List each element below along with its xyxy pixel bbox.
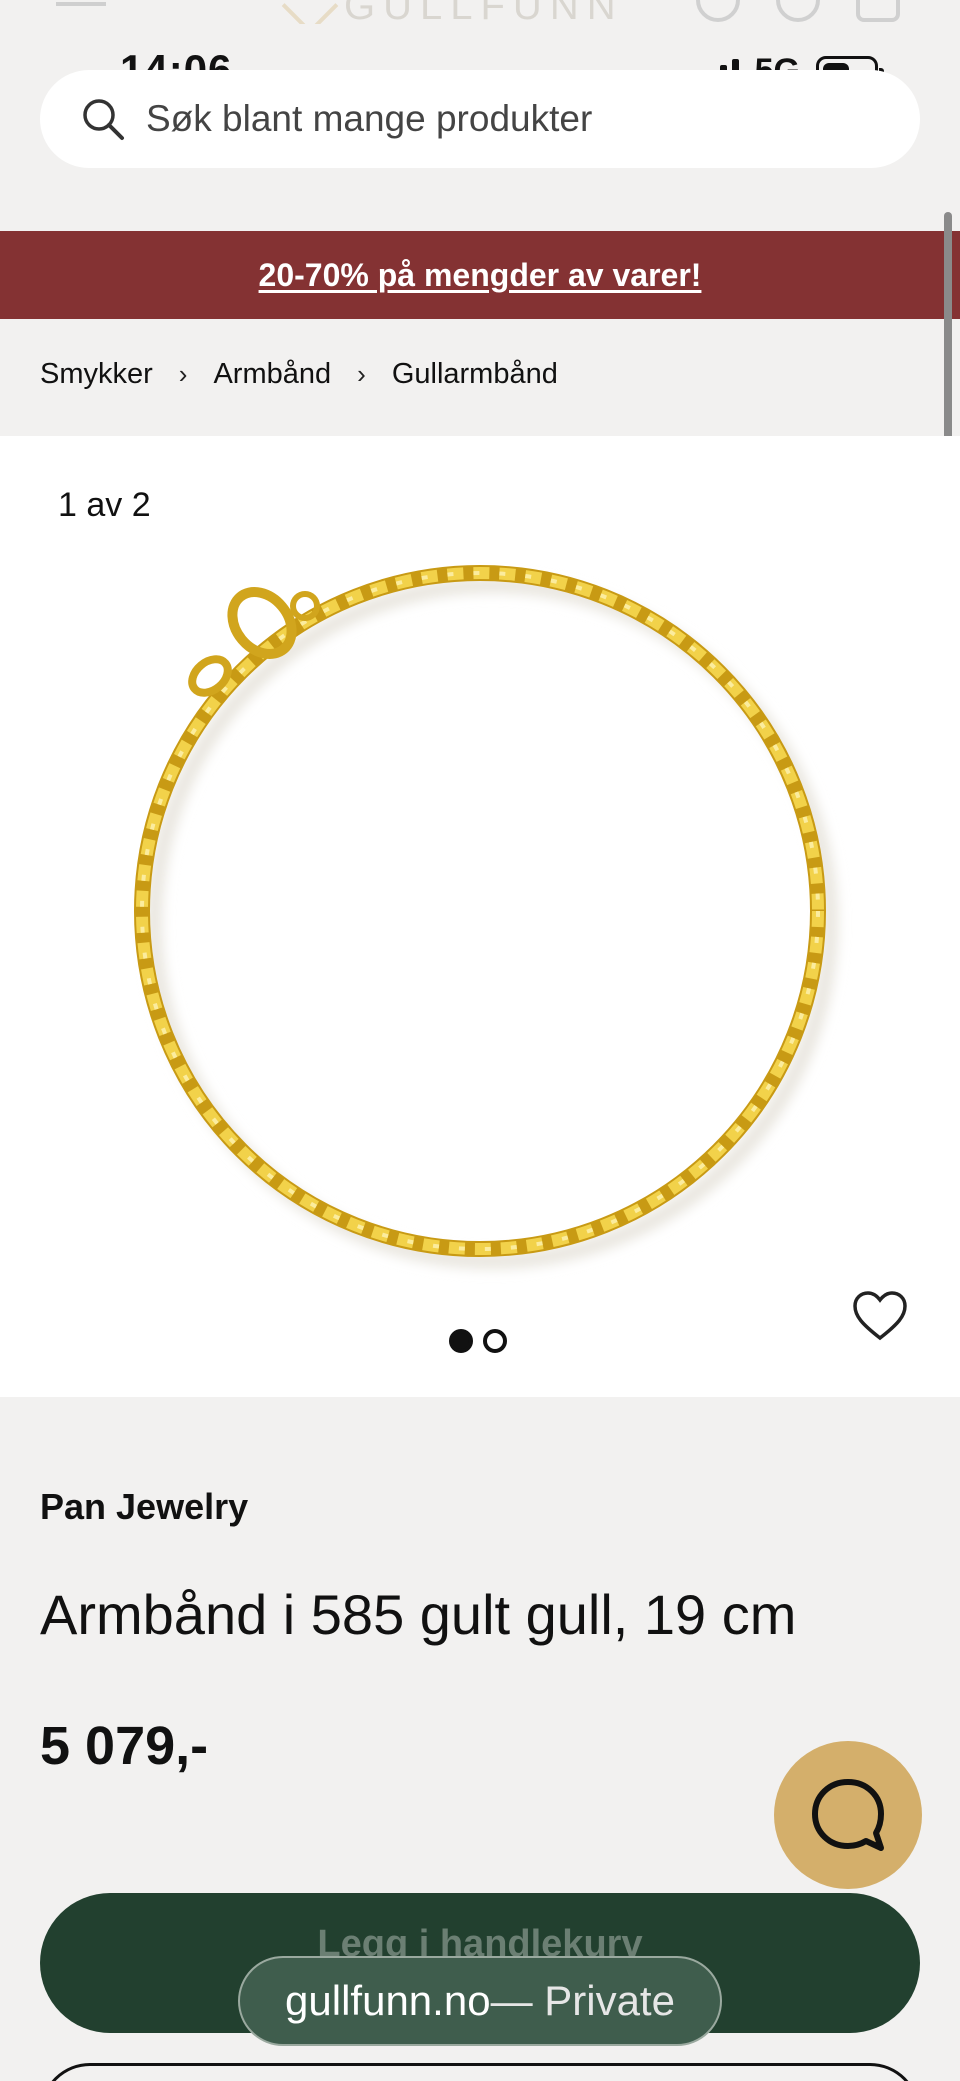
search-icon bbox=[83, 99, 124, 140]
user-icon[interactable] bbox=[696, 0, 740, 22]
breadcrumb-item-gullarmband[interactable]: Gullarmbånd bbox=[392, 358, 558, 391]
chevron-right-icon: › bbox=[357, 359, 366, 389]
breadcrumb-item-smykker[interactable]: Smykker bbox=[40, 358, 153, 391]
product-gallery[interactable]: 1 av 2 bbox=[0, 436, 960, 1397]
site-header: GULLFUNN bbox=[0, 0, 960, 24]
site-logo[interactable]: GULLFUNN bbox=[281, 0, 624, 24]
browser-domain: gullfunn.no bbox=[285, 1977, 491, 2024]
cart-icon[interactable] bbox=[856, 0, 900, 22]
pagination-dot-1[interactable] bbox=[449, 1329, 473, 1353]
chat-icon bbox=[812, 1779, 884, 1851]
pagination-dot-2[interactable] bbox=[483, 1329, 507, 1353]
menu-icon[interactable] bbox=[56, 0, 106, 6]
product-title: Armbånd i 585 gult gull, 19 cm bbox=[40, 1583, 797, 1646]
image-counter: 1 av 2 bbox=[58, 486, 151, 524]
header-actions bbox=[696, 0, 900, 22]
promo-link[interactable]: 20-70% på mengder av varer! bbox=[259, 257, 702, 294]
product-price: 5 079,- bbox=[40, 1716, 209, 1776]
secondary-button[interactable] bbox=[40, 2063, 920, 2081]
chevron-right-icon: › bbox=[178, 359, 188, 389]
logo-diamond-icon bbox=[281, 0, 339, 24]
product-brand[interactable]: Pan Jewelry bbox=[40, 1486, 248, 1528]
product-image[interactable] bbox=[100, 531, 860, 1291]
promo-banner: 20-70% på mengder av varer! bbox=[0, 231, 960, 319]
breadcrumb-item-armband[interactable]: Armbånd bbox=[213, 358, 331, 391]
logo-text: GULLFUNN bbox=[344, 0, 624, 24]
search-input[interactable] bbox=[146, 98, 906, 140]
heart-icon[interactable] bbox=[776, 0, 820, 22]
browser-mode: — Private bbox=[490, 1977, 675, 2024]
search-bar[interactable] bbox=[40, 70, 920, 168]
favorite-heart-icon[interactable] bbox=[852, 1290, 908, 1342]
browser-url-pill[interactable]: gullfunn.no — Private bbox=[238, 1956, 722, 2046]
breadcrumb: Smykker › Armbånd › Gullarmbånd bbox=[40, 358, 558, 391]
gallery-pagination bbox=[449, 1329, 507, 1353]
chat-button[interactable] bbox=[774, 1741, 922, 1889]
